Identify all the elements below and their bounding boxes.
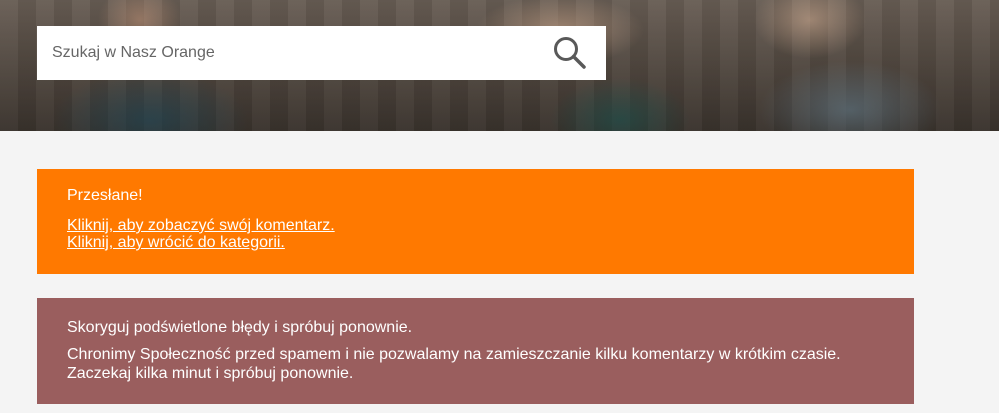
search-button[interactable] bbox=[552, 35, 588, 71]
view-comment-link[interactable]: Kliknij, aby zobaczyć swój komentarz. bbox=[67, 217, 884, 234]
back-to-category-link[interactable]: Kliknij, aby wrócić do kategorii. bbox=[67, 234, 884, 251]
hero-banner bbox=[0, 0, 999, 131]
error-alert: Skoryguj podświetlone błędy i spróbuj po… bbox=[37, 298, 914, 404]
success-title: Przesłane! bbox=[67, 187, 143, 204]
error-message: Chronimy Społeczność przed spamem i nie … bbox=[67, 346, 841, 382]
success-alert: Przesłane! Kliknij, aby zobaczyć swój ko… bbox=[37, 169, 914, 274]
search-icon bbox=[554, 37, 586, 69]
search-input[interactable] bbox=[37, 26, 537, 80]
error-title: Skoryguj podświetlone błędy i spróbuj po… bbox=[67, 319, 413, 336]
search-bar bbox=[37, 26, 606, 80]
